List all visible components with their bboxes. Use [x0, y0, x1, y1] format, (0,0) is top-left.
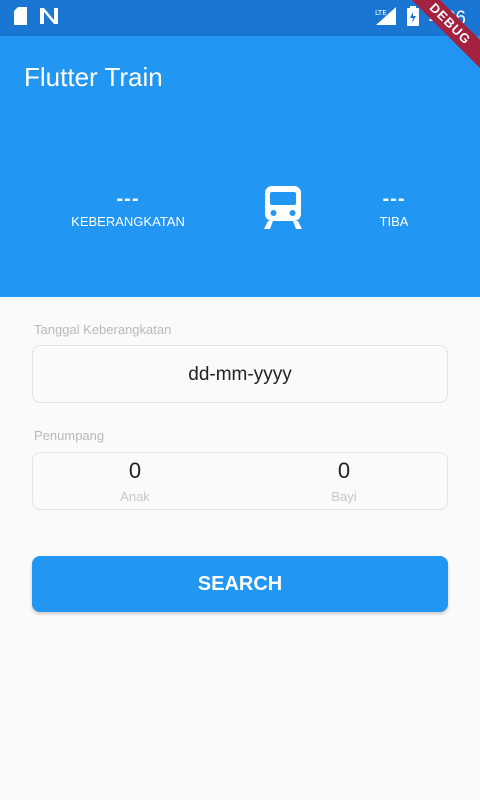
- search-button[interactable]: SEARCH: [32, 556, 448, 612]
- n-notification-icon: [39, 7, 59, 30]
- app-screen: LTE 4:06 Flutter Train DEBUG --- KEBERAN…: [0, 0, 480, 800]
- departure-label: KEBERANGKATAN: [71, 214, 185, 229]
- status-bar: LTE 4:06: [0, 0, 480, 36]
- child-label: Anak: [120, 489, 150, 504]
- child-count: 0: [128, 458, 142, 483]
- infant-passenger-selector[interactable]: 0 Bayi: [304, 457, 384, 504]
- departure-date-field[interactable]: dd-mm-yyyy: [32, 345, 448, 403]
- departure-date-label: Tanggal Keberangkatan: [34, 322, 172, 337]
- app-title: Flutter Train: [24, 62, 163, 92]
- arrival-code: ---: [382, 188, 406, 210]
- infant-count: 0: [337, 458, 351, 483]
- date-placeholder: dd-mm-yyyy: [188, 364, 292, 385]
- train-icon: [262, 186, 304, 230]
- passenger-field: 0 Anak 0 Bayi: [32, 452, 448, 510]
- lte-signal-icon: LTE: [375, 6, 397, 31]
- passenger-label: Penumpang: [34, 428, 105, 443]
- route-header: --- KEBERANGKATAN --- TIBA: [0, 124, 480, 297]
- sd-card-icon: [14, 7, 27, 30]
- app-bar: Flutter Train: [0, 36, 480, 124]
- arrival-label: TIBA: [379, 214, 409, 229]
- status-left-icons: [14, 7, 59, 30]
- battery-icon: [407, 6, 420, 31]
- svg-text:LTE: LTE: [375, 9, 387, 17]
- child-passenger-selector[interactable]: 0 Anak: [95, 457, 175, 504]
- infant-label: Bayi: [331, 489, 357, 504]
- departure-station[interactable]: --- KEBERANGKATAN: [66, 188, 190, 229]
- departure-code: ---: [116, 188, 140, 210]
- arrival-station[interactable]: --- TIBA: [362, 188, 426, 229]
